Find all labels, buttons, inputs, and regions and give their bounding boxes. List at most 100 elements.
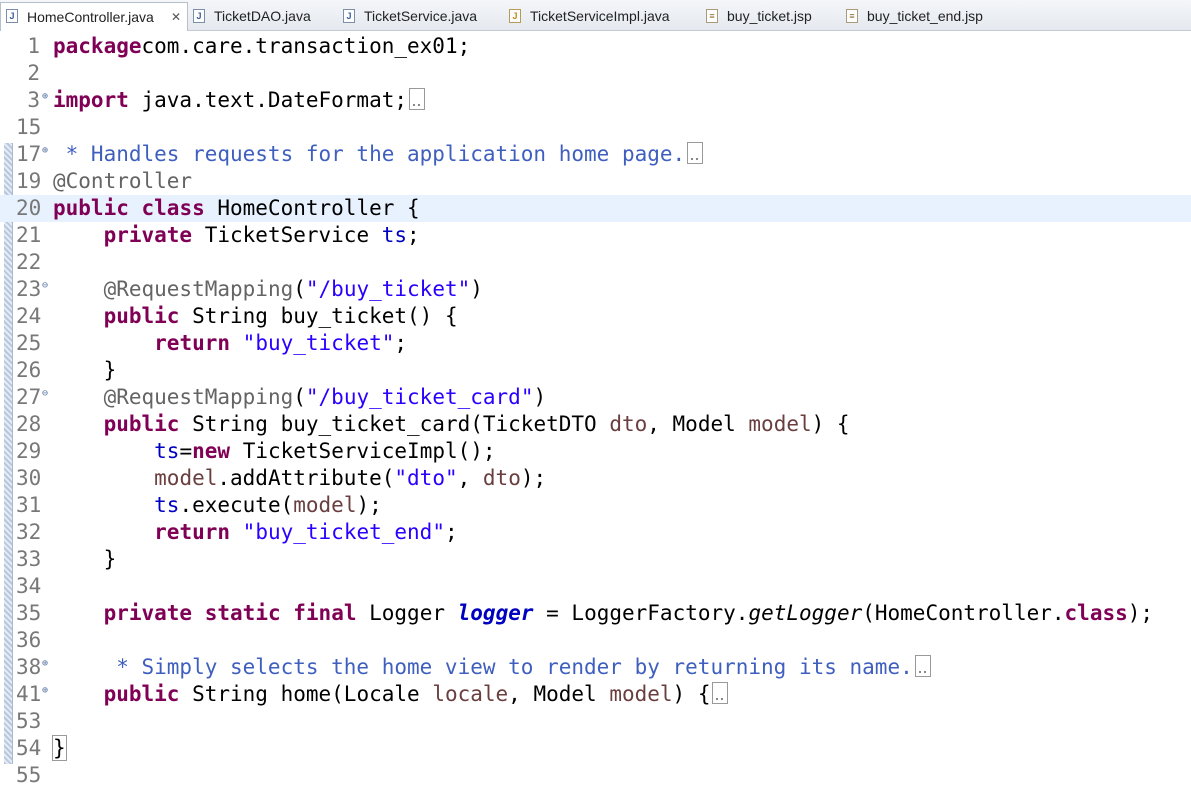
line-number: 23 (16, 277, 42, 301)
code-text: return "buy_ticket"; (53, 330, 407, 357)
code-text: model.addAttribute("dto", dto); (53, 465, 546, 492)
code-line[interactable]: 32 return "buy_ticket_end"; (0, 519, 1191, 546)
local-variable: locale (432, 682, 509, 706)
code-token: , Model (647, 412, 749, 436)
code-token: } (53, 358, 117, 382)
code-line[interactable]: 29 ts=new TicketServiceImpl(); (0, 438, 1191, 465)
tab-buy-ticket-end-jsp[interactable]: ≡ buy_ticket_end.jsp (841, 3, 983, 29)
code-line[interactable]: 24 public String buy_ticket() { (0, 303, 1191, 330)
folded-code-icon[interactable] (914, 655, 931, 677)
tab-ticketservice-java[interactable]: J TicketService.java (338, 3, 477, 29)
matching-brace: } (52, 735, 67, 761)
tab-buy-ticket-jsp[interactable]: ≡ buy_ticket.jsp (701, 3, 812, 29)
keyword: class (1064, 601, 1128, 625)
code-line[interactable]: 53 (0, 708, 1191, 735)
code-text: } (52, 735, 67, 762)
line-number: 27 (16, 385, 42, 409)
close-icon[interactable]: ✕ (171, 3, 181, 31)
string-literal: "/buy_ticket_card" (305, 385, 534, 409)
code-token: Logger (356, 601, 458, 625)
code-line[interactable]: 21 private TicketService ts; (0, 222, 1191, 249)
code-line[interactable]: 38 ⊕ * Simply selects the home view to re… (0, 654, 1191, 681)
code-line[interactable]: 26 } (0, 357, 1191, 384)
line-number: 53 (16, 709, 42, 733)
string-literal: "dto" (394, 466, 458, 490)
code-line[interactable]: 27 ⊖ @RequestMapping("/buy_ticket_card") (0, 384, 1191, 411)
code-line[interactable]: 33 } (0, 546, 1191, 573)
line-number: 55 (16, 763, 42, 787)
fold-expand-icon[interactable]: ⊕ (42, 141, 48, 161)
code-line[interactable]: 41 ⊕ public String home(Locale locale, Mo… (0, 681, 1191, 708)
code-token: ); (1127, 601, 1154, 625)
code-text: public class HomeController { (53, 195, 420, 222)
tab-label: TicketDAO.java (214, 8, 311, 24)
tab-ticketserviceimpl-java[interactable]: J TicketServiceImpl.java (504, 3, 670, 29)
tab-label: buy_ticket.jsp (727, 8, 812, 24)
line-number: 54 (16, 736, 42, 760)
code-line[interactable]: 25 return "buy_ticket"; (0, 330, 1191, 357)
string-literal: "buy_ticket" (242, 331, 395, 355)
fold-collapse-icon[interactable]: ⊖ (42, 384, 48, 404)
keyword: new (192, 439, 231, 463)
code-line[interactable]: 55 (0, 762, 1191, 789)
fold-expand-icon[interactable]: ⊕ (42, 654, 48, 674)
code-text: } (53, 357, 117, 384)
folded-code-icon[interactable] (712, 682, 729, 704)
code-line[interactable]: 22 (0, 249, 1191, 276)
code-token: ) (533, 385, 547, 409)
code-line[interactable]: 1 packagecom.care.transaction_ex01; (0, 33, 1191, 60)
code-line[interactable]: 36 (0, 627, 1191, 654)
static-method: getLogger (748, 601, 863, 625)
code-line[interactable]: 20 public class HomeController { (0, 195, 1191, 222)
code-line[interactable]: 30 model.addAttribute("dto", dto); (0, 465, 1191, 492)
code-line[interactable]: 54} (0, 735, 1191, 762)
line-number: 21 (16, 223, 42, 247)
code-line[interactable]: 2 (0, 60, 1191, 87)
line-number: 20 (16, 196, 42, 220)
folded-code-icon[interactable] (409, 88, 426, 110)
fold-expand-icon[interactable]: ⊕ (42, 681, 48, 701)
jsp-file-icon: ≡ (846, 9, 858, 23)
code-line[interactable]: 17 ⊕ * Handles requests for the applicati… (0, 141, 1191, 168)
code-line[interactable]: 23 ⊖ @RequestMapping("/buy_ticket") (0, 276, 1191, 303)
code-text: ts=new TicketServiceImpl(); (53, 438, 495, 465)
line-number: 1 (27, 34, 40, 58)
line-number: 3 (27, 88, 40, 112)
line-number: 22 (16, 250, 42, 274)
code-line[interactable]: 15 (0, 114, 1191, 141)
keyword: final (293, 601, 357, 625)
code-editor[interactable]: 1 packagecom.care.transaction_ex01; 2 3 ⊕ imp… (0, 31, 1191, 794)
code-line[interactable]: 35 private static final Logger logger = … (0, 600, 1191, 627)
code-token: TicketService (192, 223, 382, 247)
line-number: 25 (16, 331, 42, 355)
tab-ticketdao-java[interactable]: J TicketDAO.java (188, 3, 311, 29)
code-text: * Simply selects the home view to render… (53, 654, 931, 681)
folded-code-icon[interactable] (687, 142, 704, 164)
line-number: 33 (16, 547, 42, 571)
code-line[interactable]: 31 ts.execute(model); (0, 492, 1191, 519)
code-token: ) (470, 277, 483, 301)
local-variable: dto (609, 412, 648, 436)
code-line[interactable]: 34 (0, 573, 1191, 600)
fold-collapse-icon[interactable]: ⊖ (42, 276, 48, 296)
tab-homecontroller-java[interactable]: J HomeController.java ✕ (0, 2, 188, 31)
code-line[interactable]: 3 ⊕ import java.text.DateFormat; (0, 87, 1191, 114)
code-text: public String buy_ticket_card(TicketDTO … (53, 411, 850, 438)
tab-label: TicketService.java (364, 8, 478, 24)
code-token: ; (444, 520, 458, 544)
line-number: 41 (16, 682, 42, 706)
fold-expand-icon[interactable]: ⊕ (42, 87, 48, 107)
code-line[interactable]: 19 @Controller (0, 168, 1191, 195)
jsp-file-icon: ≡ (706, 9, 718, 23)
line-number: 28 (16, 412, 42, 436)
keyword: return (154, 331, 231, 355)
code-line[interactable]: 28 public String buy_ticket_card(TicketD… (0, 411, 1191, 438)
code-token: } (53, 547, 117, 571)
